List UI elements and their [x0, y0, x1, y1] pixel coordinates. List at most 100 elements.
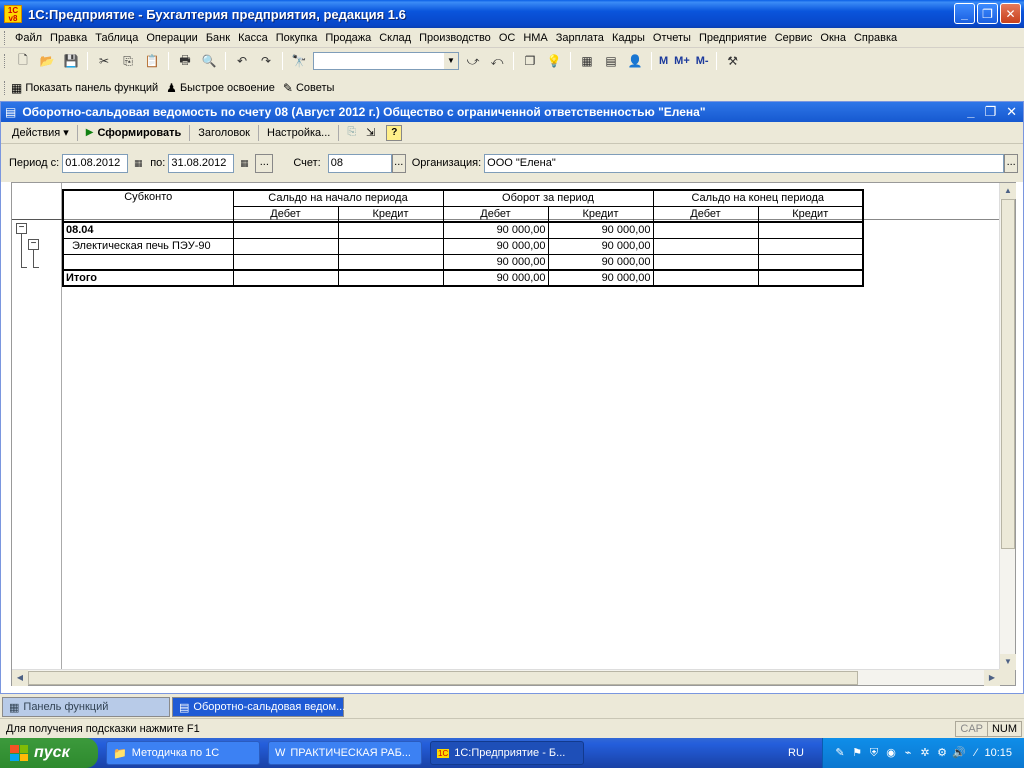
- calendar-icon[interactable]: ▤: [601, 51, 621, 71]
- memory-button[interactable]: M: [659, 55, 668, 67]
- redo-icon[interactable]: ↷: [256, 51, 276, 71]
- vertical-scroll-thumb[interactable]: [1001, 199, 1015, 549]
- search-combo[interactable]: [313, 52, 459, 70]
- task-folder[interactable]: 📁 Методичка по 1С: [106, 741, 260, 765]
- doc-close-button[interactable]: ✕: [1006, 104, 1017, 120]
- scroll-left-icon[interactable]: ◀: [12, 670, 28, 686]
- maximize-button[interactable]: ❐: [977, 3, 998, 24]
- menu-windows[interactable]: Окна: [816, 32, 850, 44]
- period-to-field[interactable]: 31.08.2012: [168, 153, 235, 173]
- doc-restore-button[interactable]: ❐: [984, 104, 996, 120]
- show-panel-button[interactable]: ▦ Показать панель функций: [11, 81, 158, 95]
- toolbar-grip[interactable]: [4, 54, 7, 68]
- menu-grip[interactable]: [4, 30, 7, 45]
- tray-app-icon[interactable]: ✎: [833, 746, 847, 760]
- print-icon[interactable]: 🖶: [175, 51, 195, 71]
- toolbar-grip[interactable]: [4, 81, 7, 95]
- new-document-icon[interactable]: 🗋: [13, 51, 33, 71]
- doc-minimize-button[interactable]: _: [967, 104, 974, 120]
- collapse-subgroup-icon[interactable]: −: [28, 239, 39, 250]
- period-select-button[interactable]: ...: [255, 153, 274, 173]
- table-row[interactable]: 08.04 90 000,00 90 000,00: [62, 221, 864, 239]
- horizontal-scrollbar[interactable]: ◀ ▶: [12, 669, 1000, 686]
- windows-icon[interactable]: ❐: [520, 51, 540, 71]
- calendar-icon[interactable]: ▦: [236, 155, 252, 172]
- collapse-group-icon[interactable]: −: [16, 223, 27, 234]
- restore-settings-icon[interactable]: ⎘: [342, 126, 361, 139]
- quick-start-button[interactable]: ♟ Быстрое освоение: [166, 81, 275, 95]
- memory-minus-button[interactable]: M-: [696, 55, 709, 67]
- save-icon[interactable]: 💾: [61, 51, 81, 71]
- menu-reports[interactable]: Отчеты: [649, 32, 695, 44]
- scroll-right-icon[interactable]: ▶: [984, 670, 1000, 686]
- find-icon[interactable]: 🔭: [289, 51, 309, 71]
- task-1c[interactable]: 1C 1С:Предприятие - Б...: [430, 741, 584, 765]
- pen-icon[interactable]: ⁄: [969, 746, 983, 760]
- generate-button[interactable]: ▶ Сформировать: [81, 127, 187, 139]
- menu-service[interactable]: Сервис: [771, 32, 817, 44]
- copy-icon[interactable]: ⎘: [118, 51, 138, 71]
- horizontal-scroll-thumb[interactable]: [28, 671, 858, 685]
- menu-fixed-assets[interactable]: ОС: [495, 32, 520, 44]
- period-from-field[interactable]: 01.08.2012: [62, 153, 129, 173]
- report-sheet[interactable]: − − Субконто Сальдо на начало периода Об…: [11, 182, 1016, 686]
- calculator-icon[interactable]: ▦: [577, 51, 597, 71]
- settings-icon[interactable]: ✲: [918, 746, 932, 760]
- tips-button[interactable]: ✎ Советы: [283, 81, 335, 95]
- table-row[interactable]: Электическая печь ПЭУ-90 90 000,00 90 00…: [62, 237, 864, 255]
- menu-cash[interactable]: Касса: [234, 32, 272, 44]
- menu-edit[interactable]: Правка: [46, 32, 91, 44]
- paste-icon[interactable]: 📋: [142, 51, 162, 71]
- undo-icon[interactable]: ↶: [232, 51, 252, 71]
- menu-table[interactable]: Таблица: [91, 32, 142, 44]
- connection-icon[interactable]: ⌁: [901, 746, 915, 760]
- antivirus-icon[interactable]: ◉: [884, 746, 898, 760]
- task-word[interactable]: W ПРАКТИЧЕСКАЯ РАБ...: [268, 741, 422, 765]
- table-row[interactable]: 90 000,00 90 000,00: [62, 253, 864, 271]
- cut-icon[interactable]: ✂: [94, 51, 114, 71]
- tab-functions-panel[interactable]: ▦ Панель функций: [2, 697, 170, 717]
- tab-report[interactable]: ▤ Оборотно-сальдовая ведом...: [172, 697, 345, 717]
- menu-salary[interactable]: Зарплата: [552, 32, 608, 44]
- menu-intangibles[interactable]: НМА: [519, 32, 551, 44]
- find-next-icon[interactable]: ⤻: [463, 51, 483, 71]
- menu-purchase[interactable]: Покупка: [272, 32, 322, 44]
- network-icon[interactable]: ⚑: [850, 746, 864, 760]
- menu-warehouse[interactable]: Склад: [375, 32, 415, 44]
- memory-plus-button[interactable]: M+: [674, 55, 690, 67]
- menu-sales[interactable]: Продажа: [321, 32, 375, 44]
- organization-field[interactable]: ООО "Елена": [484, 153, 1005, 173]
- open-folder-icon[interactable]: 📂: [37, 51, 57, 71]
- help-button[interactable]: ?: [386, 124, 403, 141]
- menu-enterprise[interactable]: Предприятие: [695, 32, 771, 44]
- menu-file[interactable]: Файл: [11, 32, 46, 44]
- start-button[interactable]: пуск: [0, 738, 98, 768]
- account-select-button[interactable]: ...: [391, 153, 406, 173]
- vertical-scrollbar[interactable]: ▲ ▼: [999, 183, 1016, 670]
- menu-help[interactable]: Справка: [850, 32, 901, 44]
- print-preview-icon[interactable]: 🔍: [199, 51, 219, 71]
- total-row[interactable]: Итого 90 000,00 90 000,00: [62, 269, 864, 287]
- security-icon[interactable]: ⛨: [867, 746, 881, 760]
- account-field[interactable]: 08: [327, 153, 392, 173]
- volume-icon[interactable]: 🔊: [952, 746, 966, 760]
- gear-icon[interactable]: ⚙: [935, 746, 949, 760]
- tools-icon[interactable]: ⚒: [723, 51, 743, 71]
- close-button[interactable]: ✕: [1000, 3, 1021, 24]
- menu-operations[interactable]: Операции: [142, 32, 201, 44]
- actions-menu[interactable]: Действия ▾: [7, 126, 74, 139]
- menu-production[interactable]: Производство: [415, 32, 495, 44]
- scroll-down-icon[interactable]: ▼: [1000, 654, 1016, 670]
- find-prev-icon[interactable]: ⤺: [487, 51, 507, 71]
- minimize-button[interactable]: _: [954, 3, 975, 24]
- header-button[interactable]: Заголовок: [193, 127, 255, 139]
- scroll-up-icon[interactable]: ▲: [1000, 183, 1016, 199]
- 1c-tips-icon[interactable]: 💡: [544, 51, 564, 71]
- calendar-icon[interactable]: ▦: [130, 155, 146, 172]
- menu-bank[interactable]: Банк: [202, 32, 234, 44]
- menu-hr[interactable]: Кадры: [608, 32, 649, 44]
- save-settings-icon[interactable]: ⇲: [361, 126, 380, 139]
- organization-select-button[interactable]: ...: [1004, 153, 1019, 173]
- user-icon[interactable]: 👤: [625, 51, 645, 71]
- language-indicator[interactable]: RU: [788, 747, 804, 759]
